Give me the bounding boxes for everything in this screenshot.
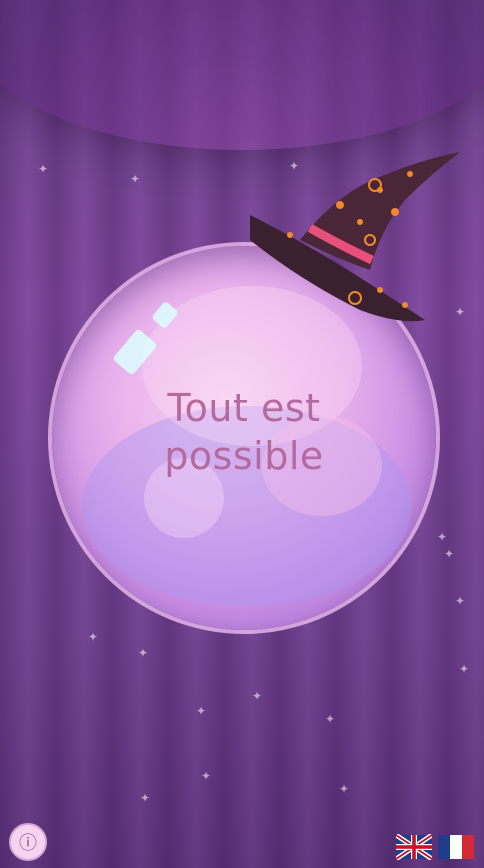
sparkle-icon: ✦ [444,547,455,561]
sparkle-icon: ✦ [437,530,448,544]
sparkle-icon: ✦ [196,704,207,718]
sparkle-icon: ✦ [325,712,336,726]
info-icon: ⓘ [19,833,37,854]
france-flag-icon[interactable] [438,834,474,860]
sparkle-icon: ✦ [339,782,350,796]
sparkle-icon: ✦ [201,769,212,783]
sparkle-icon: ✦ [252,689,263,703]
info-button[interactable]: ⓘ [9,823,47,861]
sparkle-icon: ✦ [455,594,466,608]
fortune-message-line-2: possible [164,434,324,478]
witch-hat-icon [250,152,460,322]
app-stage: ✦ ✦ ✦ ✦ ✦ ✦ ✦ ✦ ✦ ✦ ✦ ✦ ✦ ✦ ✦ ✦ Tout est… [0,0,484,868]
sparkle-icon: ✦ [38,162,49,176]
sparkle-icon: ✦ [140,791,151,805]
fortune-message-line-1: Tout est [167,386,321,430]
sparkle-icon: ✦ [130,172,141,186]
sparkle-icon: ✦ [459,662,470,676]
sparkle-icon: ✦ [138,646,149,660]
sparkle-icon: ✦ [88,630,99,644]
uk-flag-icon[interactable] [396,834,432,860]
fortune-message: Tout est possible [52,384,436,480]
